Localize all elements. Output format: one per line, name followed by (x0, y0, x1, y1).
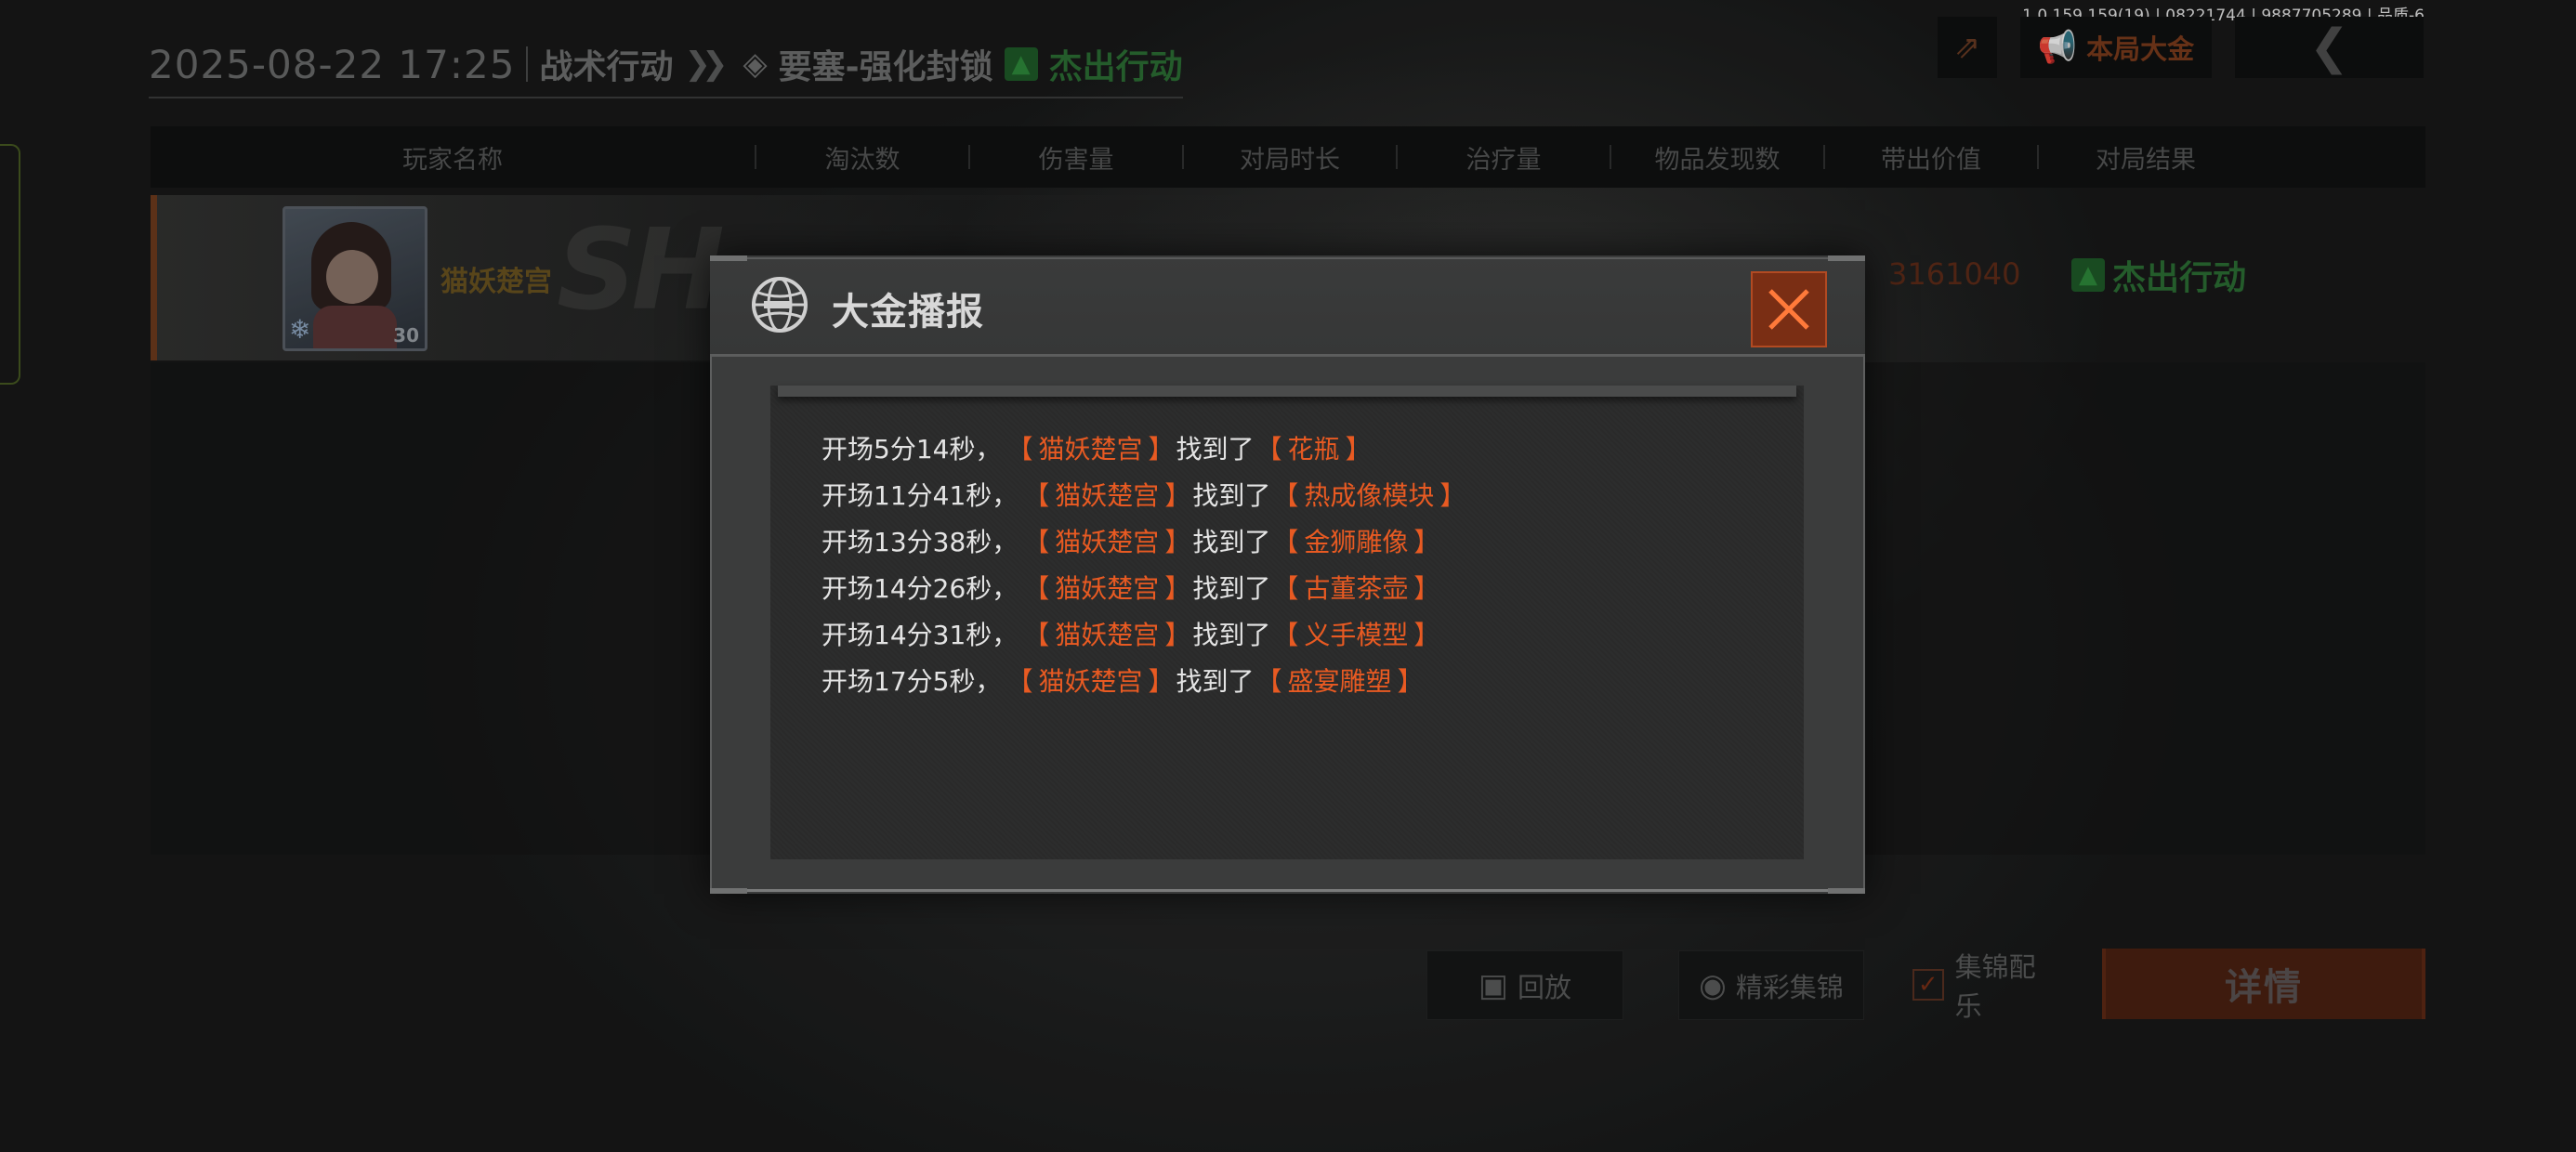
bracket-close: 】 (1164, 573, 1191, 604)
report-item: 金狮雕像 (1304, 527, 1409, 557)
bracket-open: 【 (1006, 434, 1033, 465)
report-player: 猫妖楚宫 (1055, 573, 1160, 604)
report-comma: ， (992, 527, 1019, 557)
report-item: 热成像模块 (1304, 480, 1435, 511)
dialog-corner (1828, 888, 1865, 894)
report-found-text: 找到了 (1176, 666, 1255, 697)
report-found-text: 找到了 (1192, 573, 1271, 604)
bracket-open: 【 (1006, 666, 1033, 697)
bracket-open: 【 (1272, 620, 1299, 650)
report-time: 开场13分38秒 (821, 527, 992, 557)
report-panel-edge (778, 386, 1796, 397)
bracket-open: 【 (1272, 527, 1299, 557)
close-button[interactable] (1751, 271, 1827, 347)
report-found-text: 找到了 (1192, 527, 1271, 557)
bracket-close: 】 (1413, 527, 1440, 557)
report-player: 猫妖楚宫 (1038, 666, 1143, 697)
bracket-open: 【 (1272, 480, 1299, 511)
report-time: 开场17分5秒 (821, 666, 976, 697)
bracket-close: 】 (1413, 573, 1440, 604)
bracket-open: 【 (1023, 573, 1050, 604)
report-line: 开场13分38秒，【猫妖楚宫】找到了【金狮雕像】 (821, 517, 1465, 564)
dialog-border (747, 889, 1828, 892)
dialog-corner (1828, 255, 1865, 261)
bracket-open: 【 (1023, 527, 1050, 557)
bracket-close: 】 (1164, 527, 1191, 557)
report-player: 猫妖楚宫 (1038, 434, 1143, 465)
report-comma: ， (992, 480, 1019, 511)
dialog-header: 大金播报 (710, 255, 1865, 357)
globe-icon (752, 277, 808, 333)
report-time: 开场14分26秒 (821, 573, 992, 604)
report-line: 开场17分5秒，【猫妖楚宫】找到了【盛宴雕塑】 (821, 657, 1465, 703)
report-time: 开场11分41秒 (821, 480, 992, 511)
report-line: 开场5分14秒，【猫妖楚宫】找到了【花瓶】 (821, 425, 1465, 471)
bracket-open: 【 (1255, 666, 1282, 697)
report-player: 猫妖楚宫 (1055, 620, 1160, 650)
report-panel: 开场5分14秒，【猫妖楚宫】找到了【花瓶】开场11分41秒，【猫妖楚宫】找到了【… (770, 386, 1804, 859)
bracket-close: 】 (1397, 666, 1424, 697)
bracket-close: 】 (1345, 434, 1372, 465)
dialog-border (747, 257, 1828, 259)
bracket-close: 】 (1439, 480, 1466, 511)
big-money-report-dialog: 大金播报 开场5分14秒，【猫妖楚宫】找到了【花瓶】开场11分41秒，【猫妖楚宫… (710, 255, 1865, 894)
dialog-corner (710, 255, 747, 261)
report-item: 古董茶壶 (1304, 573, 1409, 604)
bracket-open: 【 (1255, 434, 1282, 465)
report-found-text: 找到了 (1192, 620, 1271, 650)
bracket-close: 】 (1148, 434, 1175, 465)
report-found-text: 找到了 (1192, 480, 1271, 511)
report-line: 开场11分41秒，【猫妖楚宫】找到了【热成像模块】 (821, 471, 1465, 517)
report-comma: ， (992, 620, 1019, 650)
report-time: 开场5分14秒 (821, 434, 976, 465)
bracket-close: 】 (1164, 620, 1191, 650)
bracket-open: 【 (1023, 480, 1050, 511)
report-comma: ， (992, 573, 1019, 604)
report-line: 开场14分26秒，【猫妖楚宫】找到了【古董茶壶】 (821, 564, 1465, 610)
report-player: 猫妖楚宫 (1055, 480, 1160, 511)
bracket-close: 】 (1148, 666, 1175, 697)
report-player: 猫妖楚宫 (1055, 527, 1160, 557)
report-item: 花瓶 (1287, 434, 1340, 465)
dialog-corner (710, 888, 747, 894)
report-time: 开场14分31秒 (821, 620, 992, 650)
report-found-text: 找到了 (1176, 434, 1255, 465)
report-item: 义手模型 (1304, 620, 1409, 650)
report-list: 开场5分14秒，【猫妖楚宫】找到了【花瓶】开场11分41秒，【猫妖楚宫】找到了【… (821, 425, 1465, 703)
bracket-close: 】 (1413, 620, 1440, 650)
dialog-title: 大金播报 (832, 291, 984, 334)
bracket-open: 【 (1272, 573, 1299, 604)
game-screen: 1.0.159.159(19) | 08221744 | 9887705289 … (0, 0, 2576, 1152)
bracket-open: 【 (1023, 620, 1050, 650)
report-item: 盛宴雕塑 (1287, 666, 1392, 697)
report-line: 开场14分31秒，【猫妖楚宫】找到了【义手模型】 (821, 610, 1465, 657)
close-icon (1768, 289, 1809, 330)
report-comma: ， (975, 434, 1002, 465)
report-comma: ， (975, 666, 1002, 697)
bracket-close: 】 (1164, 480, 1191, 511)
